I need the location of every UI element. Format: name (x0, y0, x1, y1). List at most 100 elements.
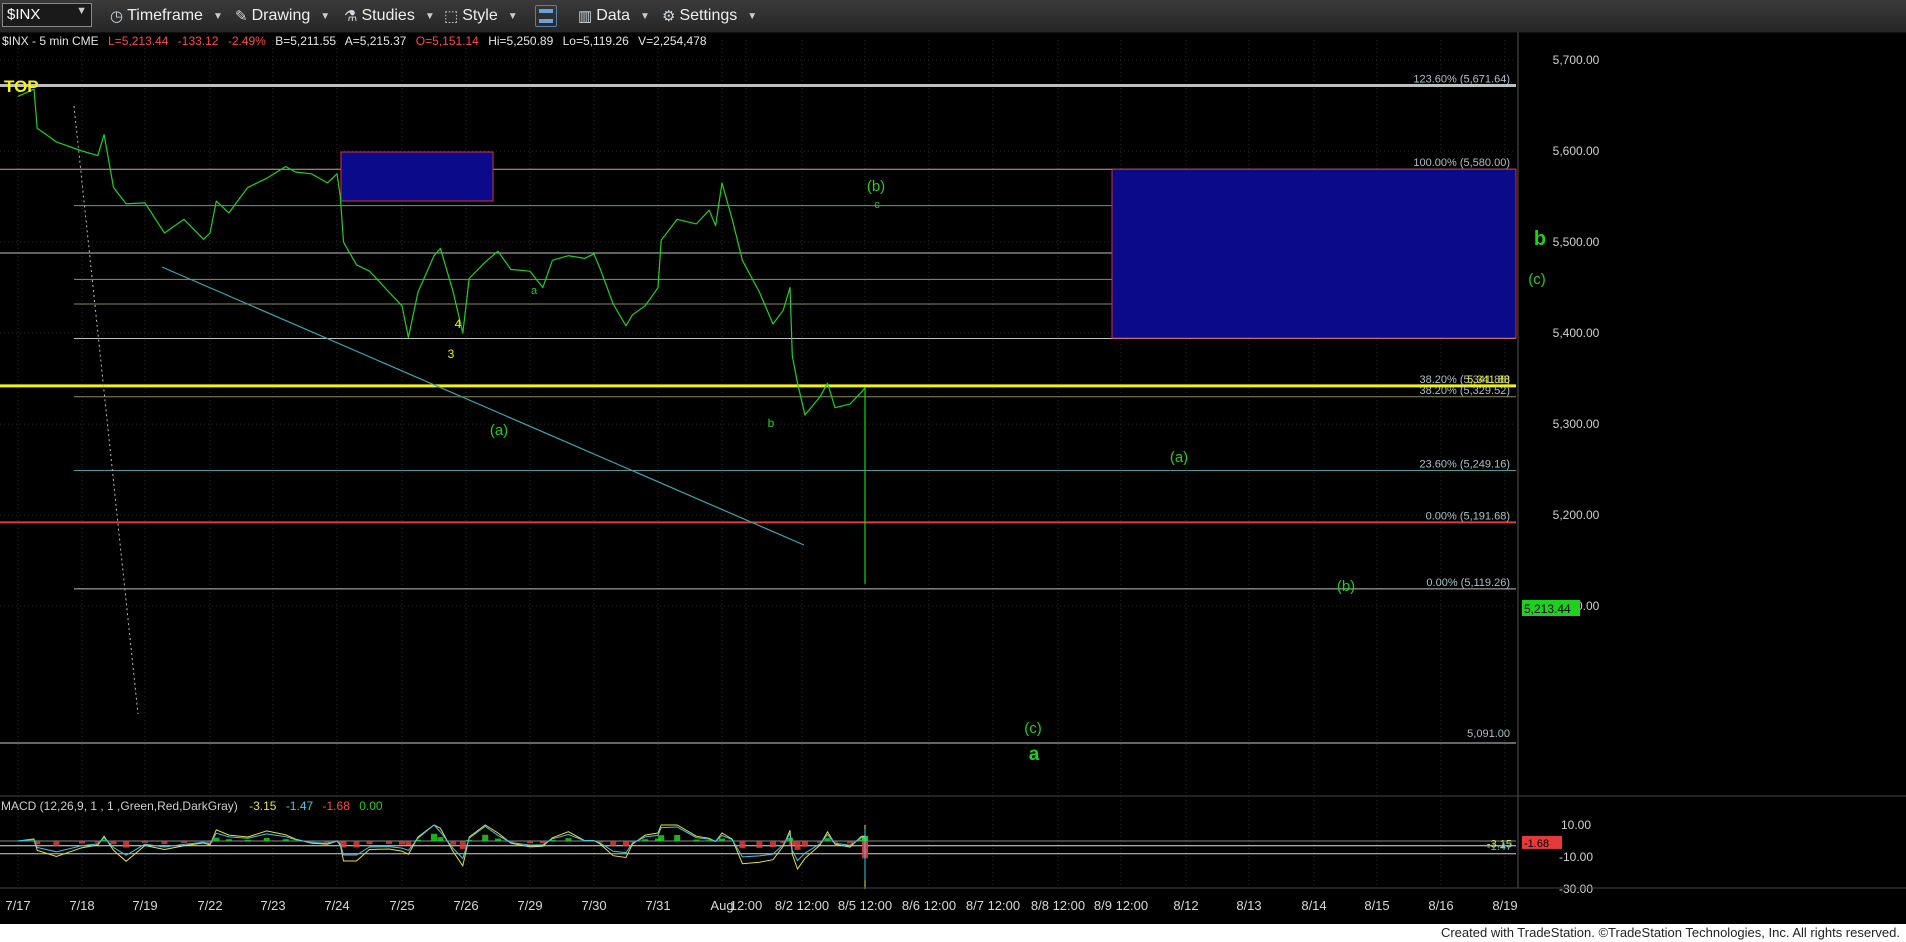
time-tick-label: 7/24 (324, 898, 349, 913)
macd-histogram-bar (437, 837, 444, 842)
pct-change: -2.49% (228, 34, 266, 48)
wave-label: a (531, 285, 538, 297)
fib-level-label: 0.00% (5,191.68) (1426, 510, 1510, 522)
macd-histogram-bar (770, 841, 776, 848)
macd-histogram-bar (642, 839, 649, 842)
macd-histogram-bar (527, 841, 533, 844)
macd-histogram-bar (161, 841, 168, 845)
copyright-text: Created with TradeStation. ©TradeStation… (1440, 925, 1900, 940)
chevron-down-icon: ▼ (424, 10, 435, 22)
chevron-down-icon: ▼ (320, 10, 331, 22)
fib-level-label: 38.20% (5,329.52) (1419, 385, 1510, 397)
macd-histogram-bar (399, 841, 405, 845)
price-tick-label: 5,500.00 (1553, 235, 1600, 249)
macd-histogram-bar (789, 841, 796, 846)
symbol-input[interactable]: $INX ▼ (2, 3, 92, 27)
symbol-info: $INX - 5 min CME L=5,213.44 -133.12 -2.4… (2, 34, 707, 48)
wave-label: TOP (4, 77, 39, 96)
macd-histogram-bar (495, 838, 501, 842)
time-tick-label: 8/7 12:00 (966, 898, 1020, 913)
macd-histogram-bar (181, 841, 187, 843)
style-label: Style (462, 7, 498, 24)
studies-menu[interactable]: ⚗ Studies ▼ (344, 5, 435, 27)
macd-histogram-bar (802, 841, 808, 847)
time-tick-label: 8/6 12:00 (902, 898, 956, 913)
macd-header: MACD (12,26,9, 1 , 1 ,Green,Red,DarkGray… (1, 799, 383, 813)
drawing-menu[interactable]: ✎ Drawing ▼ (235, 5, 330, 27)
time-tick-label: 7/25 (389, 898, 414, 913)
macd-histogram-bar (207, 841, 213, 843)
settings-menu[interactable]: ⚙ Settings ▼ (662, 5, 757, 27)
bar-chart-icon: ▥ (578, 8, 593, 25)
studies-label: Studies (361, 7, 415, 24)
time-tick-label: 7/31 (645, 898, 670, 913)
macd-histogram-bar (719, 838, 725, 842)
symbol-value: $INX (7, 6, 41, 23)
time-tick-label: 8/15 (1364, 898, 1389, 913)
time-axis[interactable]: 7/17 7/18 7/19 7/22 7/23 7/24 7/25 7/26 7/29 7/30… (0, 887, 1906, 913)
macd-histogram-bar (53, 841, 60, 847)
wave-label: 4 (455, 317, 462, 331)
time-tick-label: 8/16 (1428, 898, 1453, 913)
wave-label: (c) (1024, 720, 1042, 737)
price-axis[interactable]: 5,700.00 5,600.00 5,500.00 5,400.00 5,300.00… (1517, 32, 1600, 888)
time-tick-label: 8/19 (1492, 898, 1517, 913)
wave-label: a (1029, 744, 1040, 765)
net-change: -133.12 (178, 34, 219, 48)
dotted-line[interactable] (73, 105, 139, 715)
timeframe-menu[interactable]: ◷ Timeframe ▼ (110, 5, 223, 27)
fib-level-label: 23.60% (5,249.16) (1419, 459, 1510, 471)
macd-tick-label: -10.00 (1559, 850, 1593, 864)
time-tick-label: 7/18 (69, 898, 94, 913)
macd-histogram-bar (674, 835, 681, 842)
macd-label: MACD (12,26,9, 1 , 1 ,Green,Red,DarkGray… (1, 799, 238, 813)
macd-histogram-bar (787, 837, 793, 842)
chevron-down-icon: ▼ (212, 10, 223, 22)
wave-label: b (1534, 228, 1546, 250)
time-tick-label: 7/29 (517, 898, 542, 913)
style-menu[interactable]: ⬚ Style ▼ (444, 5, 518, 27)
macd-histogram-bar (110, 841, 117, 845)
wave-label: b (768, 416, 775, 430)
time-tick-label: 7/26 (453, 898, 478, 913)
data-label: Data (596, 7, 630, 24)
macd-histogram-bar (706, 840, 713, 842)
macd-tick-label: 10.00 (1561, 818, 1591, 832)
price-tick-label: 5,400.00 (1553, 326, 1600, 340)
chart-area[interactable]: $INX - 5 min CME L=5,213.44 -133.12 -2.4… (0, 32, 1906, 924)
price-tick-label: 5,200.00 (1553, 508, 1600, 522)
price-tag: 5,091.00 (1467, 728, 1510, 740)
fib-level-label: 0.00% (5,119.26) (1426, 577, 1510, 589)
fib-level-label: 100.00% (5,580.00) (1413, 157, 1510, 169)
macd-histogram-bar (450, 841, 457, 845)
layout-button[interactable] (535, 5, 557, 27)
wave-label: (c) (1528, 271, 1546, 288)
wave-label: (b) (1337, 578, 1355, 595)
macd-histogram-bar (459, 841, 466, 849)
macd-signal: -1.47 (286, 799, 314, 813)
macd-histogram-bar (693, 839, 700, 842)
macd-histogram-bar (79, 841, 85, 844)
drawing-label: Drawing (251, 7, 311, 24)
macd-histogram-bar (244, 839, 251, 842)
data-menu[interactable]: ▥ Data ▼ (578, 5, 650, 27)
macd-histogram-bar (123, 841, 130, 848)
time-tick-label: 8/9 12:00 (1094, 898, 1148, 913)
flask-icon: ⚗ (344, 8, 358, 25)
settings-label: Settings (679, 7, 738, 24)
macd-histogram-bar (353, 841, 360, 848)
last-price-tag: 5,213.44 (1524, 602, 1571, 616)
chart-grid (0, 40, 1516, 888)
target-box-small (340, 151, 494, 202)
chevron-down-icon: ▼ (747, 10, 758, 22)
macd-histogram-bar (292, 840, 299, 842)
macd-histogram-bar (431, 833, 437, 842)
macd-tick-label: -30.00 (1559, 882, 1593, 896)
price-tick-label: 5,300.00 (1553, 417, 1600, 431)
time-tick-label: 7/30 (581, 898, 606, 913)
wave-label: (a) (1170, 449, 1188, 466)
timeframe-label: Timeframe (127, 7, 203, 24)
macd-diff: -1.68 (323, 799, 351, 813)
trendline[interactable] (161, 266, 805, 546)
low-price: Lo=5,119.26 (563, 34, 630, 48)
